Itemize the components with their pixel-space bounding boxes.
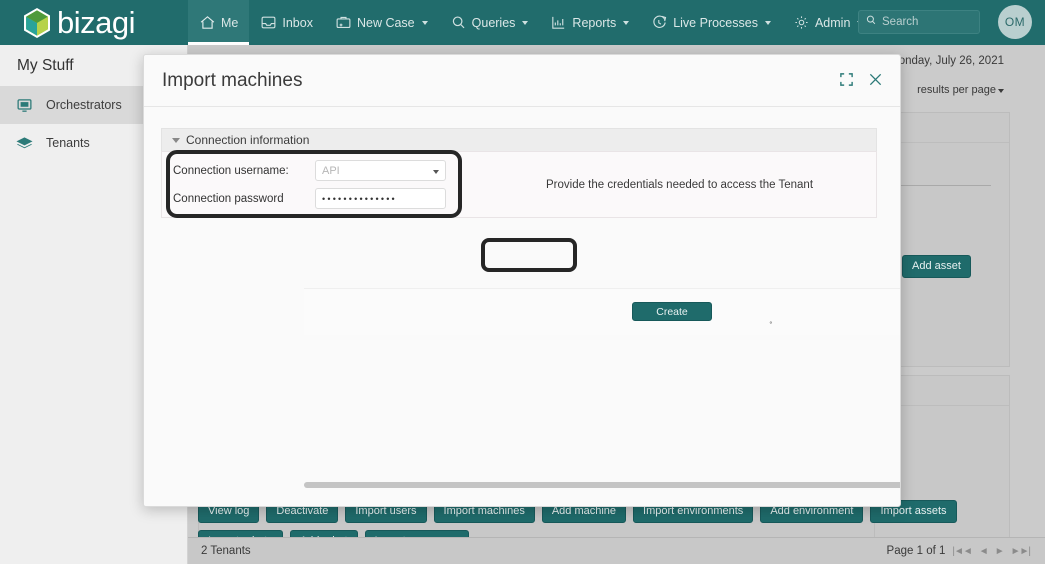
bizagi-logo-icon	[22, 7, 52, 39]
nav-item-label: Me	[221, 15, 239, 30]
home-icon	[199, 14, 216, 31]
create-button[interactable]: Create	[632, 302, 712, 321]
section-header[interactable]: Connection information	[161, 128, 877, 151]
connection-password-value: ••••••••••••••	[322, 193, 397, 204]
brand-logo[interactable]: bizagi	[0, 7, 188, 39]
nav-item-label: Live Processes	[673, 15, 758, 30]
scrollbar-thumb[interactable]	[304, 482, 900, 488]
gear-icon	[793, 14, 810, 31]
record-count: 2 Tenants	[201, 545, 251, 557]
live-processes-icon	[651, 14, 668, 31]
connection-username-label: Connection username:	[173, 164, 289, 177]
section-title: Connection information	[186, 133, 310, 147]
connection-username-select[interactable]: API	[315, 160, 446, 181]
app-root: bizagi Me Inbox New Case Queries Reports…	[0, 0, 1045, 564]
next-page-icon[interactable]: ►	[995, 546, 1005, 557]
nav-item-label: Queries	[471, 15, 516, 30]
section-body: Connection username: API Connection pass…	[161, 151, 877, 218]
add-asset-button[interactable]: Add asset	[902, 255, 971, 278]
connection-username-row: Connection username: API	[173, 159, 462, 183]
sidebar-item-label: Orchestrators	[46, 98, 122, 112]
nav-item-me[interactable]: Me	[188, 0, 250, 45]
briefcase-plus-icon	[335, 14, 352, 31]
connection-password-row: Connection password ••••••••••••••	[173, 187, 462, 211]
results-per-page-label: results per page	[917, 84, 996, 96]
search-icon	[450, 14, 467, 31]
dialog-horizontal-scrollbar[interactable]	[304, 482, 900, 488]
avatar-initials: OM	[1004, 15, 1026, 29]
nav-item-live-processes[interactable]: Live Processes	[640, 0, 782, 45]
brand-name: bizagi	[57, 5, 136, 40]
close-icon[interactable]	[868, 72, 883, 87]
nav-item-label: New Case	[356, 15, 415, 30]
connection-password-input[interactable]: ••••••••••••••	[315, 188, 446, 209]
top-navigation-bar: bizagi Me Inbox New Case Queries Reports…	[0, 0, 1045, 45]
expand-icon[interactable]	[839, 72, 854, 87]
nav-items: Me Inbox New Case Queries Reports Live P…	[188, 0, 874, 45]
last-page-icon[interactable]: ►►|	[1011, 546, 1031, 557]
first-page-icon[interactable]: |◄◄	[952, 546, 972, 557]
pagination: Page 1 of 1 |◄◄ ◄ ► ►►|	[886, 545, 1031, 557]
sidebar-item-label: Tenants	[46, 136, 90, 150]
layers-icon	[16, 135, 33, 152]
page-label: Page 1 of 1	[886, 545, 946, 557]
monitor-icon	[16, 97, 33, 114]
import-machines-dialog: Import machines Connection information C…	[143, 54, 901, 507]
nav-item-label: Reports	[572, 15, 617, 30]
current-date: Monday, July 26, 2021	[889, 55, 1004, 67]
chart-icon	[550, 14, 567, 31]
chevron-down-icon	[623, 20, 630, 25]
nav-item-new-case[interactable]: New Case	[324, 0, 439, 45]
search-input[interactable]	[882, 16, 972, 28]
status-bar: 2 Tenants Page 1 of 1 |◄◄ ◄ ► ►►|	[188, 537, 1045, 564]
chevron-down-icon	[998, 89, 1004, 93]
credentials-hint: Provide the credentials needed to access…	[546, 178, 814, 191]
dialog-header: Import machines	[144, 55, 900, 107]
dialog-actions	[839, 72, 883, 87]
connection-username-value: API	[322, 164, 340, 177]
nav-item-inbox[interactable]: Inbox	[249, 0, 324, 45]
global-search[interactable]	[858, 10, 980, 34]
nav-item-queries[interactable]: Queries	[439, 0, 540, 45]
connection-password-label: Connection password	[173, 192, 284, 205]
inbox-icon	[260, 14, 277, 31]
dialog-title: Import machines	[162, 69, 303, 91]
connection-information-section: Connection information Connection userna…	[161, 128, 877, 218]
chevron-down-icon	[764, 20, 771, 25]
dialog-action-band	[304, 288, 900, 335]
chevron-down-icon	[433, 170, 439, 174]
nav-item-label: Admin	[814, 15, 851, 30]
search-icon	[865, 13, 877, 31]
nav-item-label: Inbox	[282, 15, 313, 30]
chevron-down-icon	[421, 20, 428, 25]
credentials-fields: Connection username: API Connection pass…	[162, 159, 462, 211]
text-cursor-marker: ˳	[769, 312, 773, 324]
prev-page-icon[interactable]: ◄	[979, 546, 989, 557]
results-per-page-dropdown[interactable]: results per page	[917, 84, 1004, 96]
chevron-down-icon	[522, 20, 529, 25]
avatar[interactable]: OM	[998, 5, 1032, 39]
nav-item-reports[interactable]: Reports	[539, 0, 640, 45]
chevron-down-icon	[172, 137, 180, 143]
